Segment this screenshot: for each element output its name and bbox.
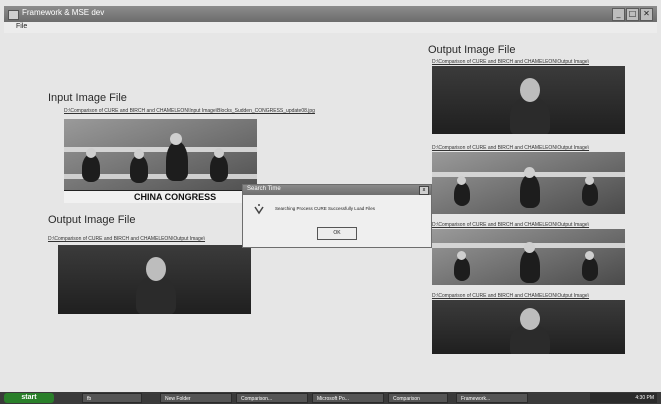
output-image-heading-left: Output Image File [48,214,136,226]
output-image-4 [432,300,625,354]
taskbar-item[interactable]: Framework... [456,393,528,403]
caption-band: CHINA CONGRESS [64,190,257,203]
window-title: Framework & MSE dev [22,8,105,17]
output-path-3[interactable]: D:\Comparison of CURE and BIRCH and CHAM… [432,222,657,228]
input-image-path[interactable]: D:\Comparison of CURE and BIRCH and CHAM… [64,108,424,114]
menu-bar: File [4,22,657,33]
menu-file[interactable]: File [16,23,27,30]
output-image-2 [432,152,625,214]
system-tray-clock: 4:30 PM [590,393,657,403]
output-image-heading-right: Output Image File [428,44,516,56]
taskbar-item[interactable]: New Folder [160,393,232,403]
taskbar: start fb New Folder Comparison... Micros… [0,392,661,404]
maximize-button[interactable]: □ [626,8,639,21]
output-image-path-left[interactable]: D:\Comparison of CURE and BIRCH and CHAM… [48,236,258,242]
info-icon [254,204,264,215]
output-path-1[interactable]: D:\Comparison of CURE and BIRCH and CHAM… [432,59,657,65]
dialog-message: Searching Process CURE Successfully Load… [275,206,376,211]
output-image-left [58,245,251,314]
taskbar-item[interactable]: Microsoft Po... [312,393,384,403]
dialog-title: Search Time [247,186,281,192]
input-image: CHINA CONGRESS [64,119,257,203]
close-button[interactable]: ✕ [640,8,653,21]
input-image-heading: Input Image File [48,92,127,104]
title-bar[interactable]: Framework & MSE dev _ □ ✕ [4,6,657,22]
ok-button[interactable]: OK [317,227,357,240]
output-path-4[interactable]: D:\Comparison of CURE and BIRCH and CHAM… [432,293,657,299]
application-window: Framework & MSE dev _ □ ✕ File Input Ima… [0,0,661,404]
search-time-dialog: Search Time x Searching Process CURE Suc… [242,184,432,248]
minimize-button[interactable]: _ [612,8,625,21]
taskbar-item[interactable]: Comparison... [236,393,308,403]
dialog-title-bar[interactable]: Search Time x [243,185,431,195]
taskbar-item[interactable]: Comparison [388,393,448,403]
taskbar-item[interactable]: fb [82,393,142,403]
output-image-1 [432,66,625,134]
app-icon [8,10,19,20]
dialog-close-button[interactable]: x [419,186,429,195]
image-caption: CHINA CONGRESS [134,192,217,202]
output-image-3 [432,229,625,285]
output-path-2[interactable]: D:\Comparison of CURE and BIRCH and CHAM… [432,145,657,151]
start-button[interactable]: start [4,393,54,403]
